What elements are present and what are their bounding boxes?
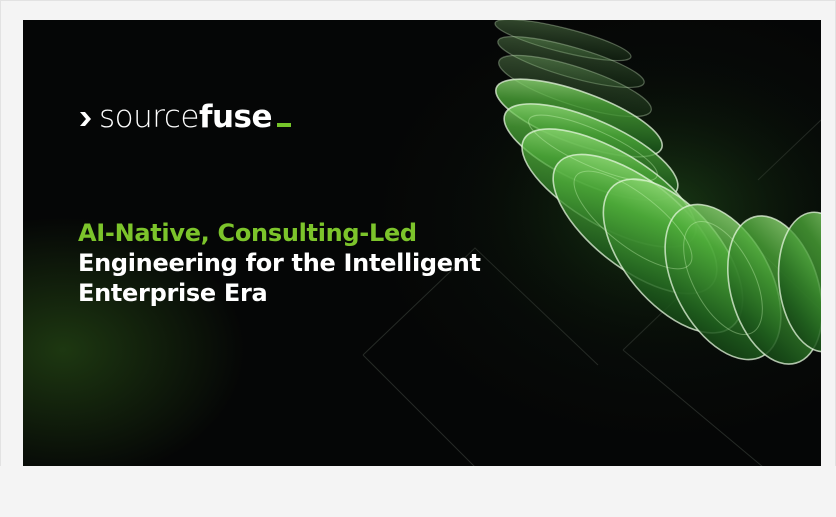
headline-line-accent: AI-Native, Consulting-Led [78, 219, 417, 247]
logo-text-light: source [99, 99, 199, 135]
viewer-bottom-area [0, 466, 836, 517]
hero-headline: AI-Native, Consulting-Led Engineering fo… [78, 218, 548, 308]
hero-slide: source fuse AI-Native, Consulting-Led Eng… [23, 20, 821, 467]
viewer-frame: source fuse AI-Native, Consulting-Led Eng… [0, 0, 836, 517]
headline-line-2: Engineering for the Intelligent [78, 249, 481, 277]
headline-line-3: Enterprise Era [78, 279, 268, 307]
sourcefuse-logo: source fuse [77, 102, 291, 133]
logo-text-bold: fuse [198, 99, 273, 135]
logo-underscore [277, 123, 291, 127]
chevron-right-icon [80, 112, 91, 126]
